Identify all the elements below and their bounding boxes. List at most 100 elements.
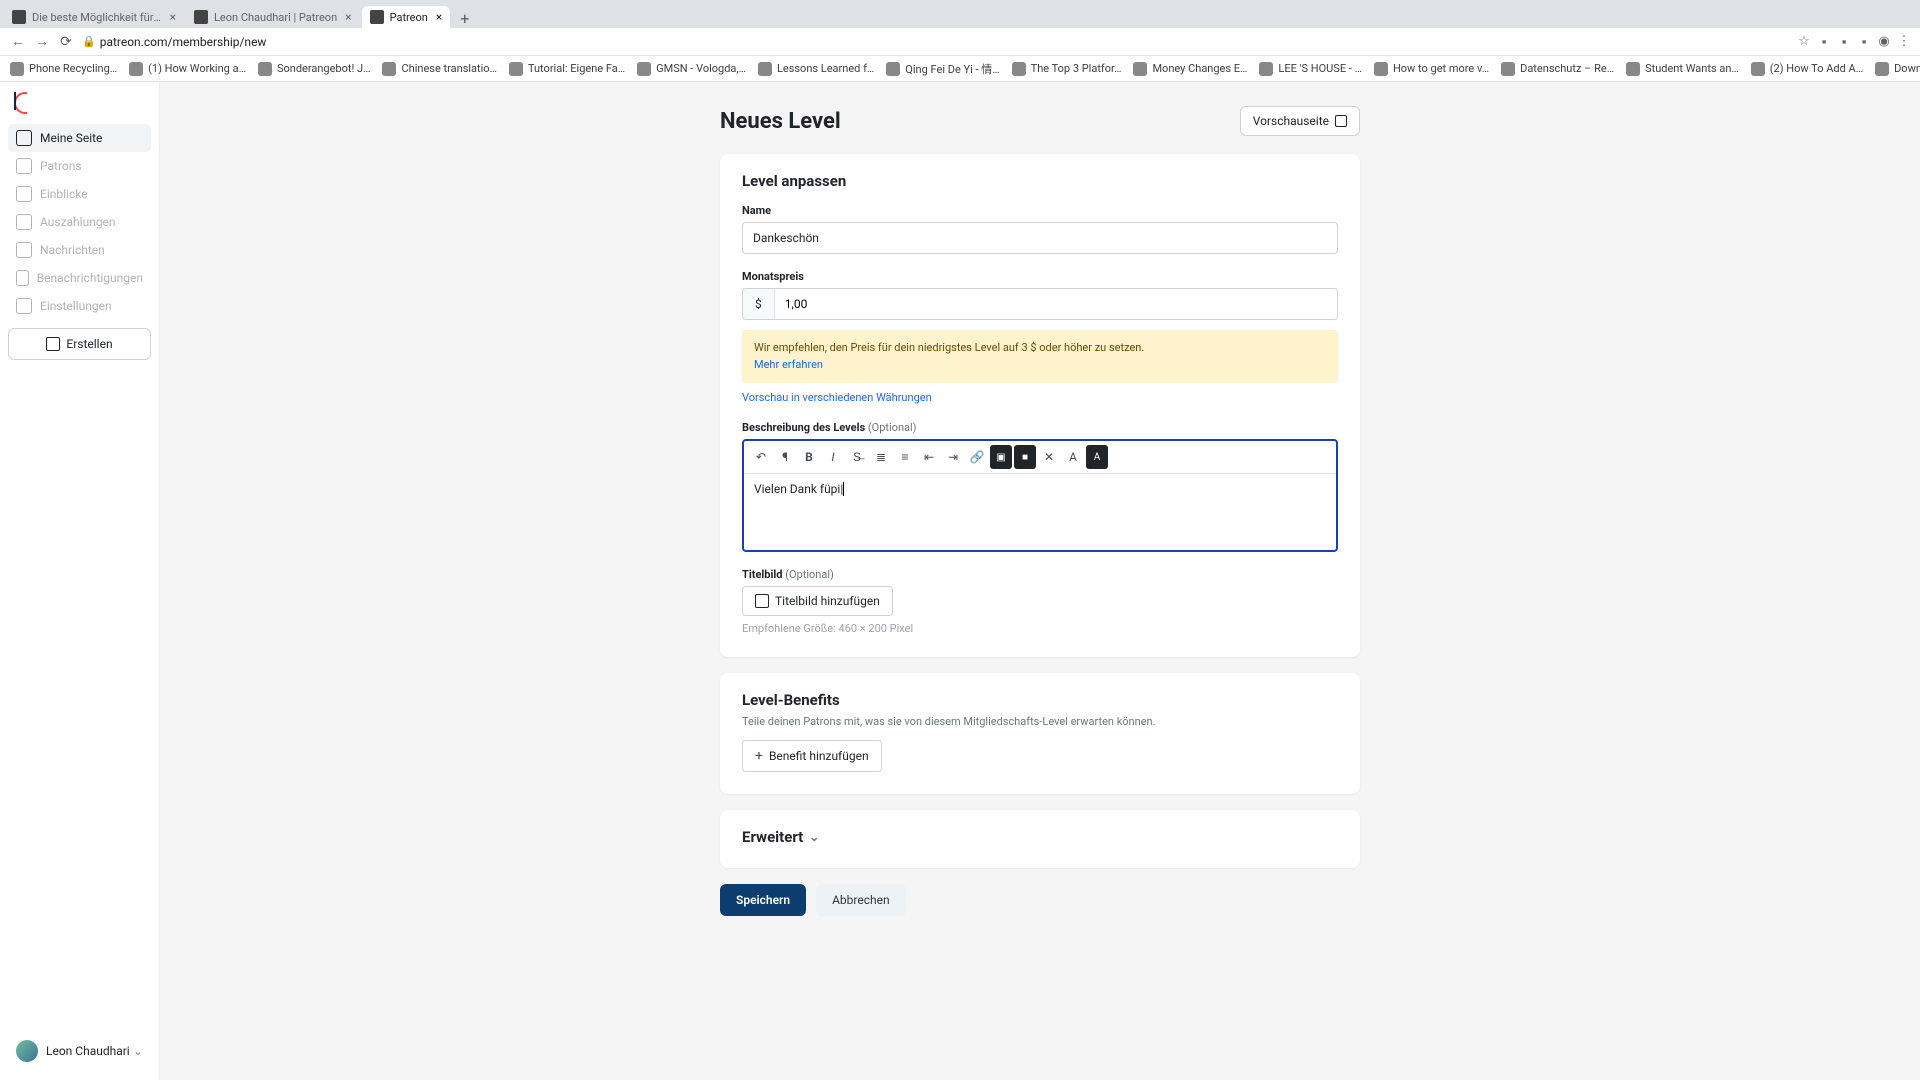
bookmark-icon: [758, 62, 772, 76]
favicon-icon: [12, 10, 26, 24]
price-input[interactable]: [775, 289, 1337, 319]
bookmark-icon: [1626, 62, 1640, 76]
bookmark-icon: [637, 62, 651, 76]
bookmark[interactable]: How to get more v…: [1370, 60, 1493, 78]
new-tab-button[interactable]: +: [452, 9, 477, 28]
price-label: Monatspreis: [742, 270, 1338, 283]
create-button[interactable]: Erstellen: [8, 328, 151, 360]
image-button[interactable]: ▣: [990, 445, 1012, 469]
close-icon[interactable]: ×: [436, 10, 442, 24]
forward-button[interactable]: →: [30, 33, 54, 50]
browser-tab[interactable]: Die beste Möglichkeit für Kün…×: [4, 6, 184, 28]
external-link-icon: [1335, 115, 1347, 127]
currency-symbol: $: [743, 289, 775, 319]
bookmark-icon: [1374, 62, 1388, 76]
name-input[interactable]: [742, 222, 1338, 254]
sidebar-item[interactable]: Patrons: [8, 152, 151, 180]
bookmark[interactable]: Lessons Learned f…: [754, 60, 878, 78]
chevron-down-icon: ⌄: [809, 830, 819, 844]
bookmark[interactable]: Datenschutz – Re…: [1497, 60, 1618, 78]
nav-icon: [16, 214, 32, 230]
sidebar-item[interactable]: Meine Seite: [8, 124, 151, 152]
bookmark[interactable]: (2) How To Add A…: [1747, 60, 1867, 78]
bookmark[interactable]: Chinese translatio…: [378, 60, 500, 78]
bookmark[interactable]: Student Wants an…: [1622, 60, 1743, 78]
bookmark[interactable]: Qing Fei De Yi - 情…: [882, 59, 1003, 79]
bookmark[interactable]: LEE 'S HOUSE - …: [1255, 60, 1366, 78]
indent-button[interactable]: ⇥: [942, 445, 964, 469]
bookmark[interactable]: GMSN - Vologda,…: [633, 60, 750, 78]
link-button[interactable]: 🔗: [966, 445, 988, 469]
ul-button[interactable]: ≣: [870, 445, 892, 469]
facebook-icon[interactable]: ▪: [1814, 34, 1834, 50]
description-editor: ↶ ¶ B I S̶ ≣ ≡ ⇤ ⇥ 🔗 ▣ ■ ✕: [742, 439, 1338, 552]
advanced-toggle[interactable]: Erweitert⌄: [742, 828, 1338, 846]
nav-icon: [16, 130, 32, 146]
sidebar-item[interactable]: Nachrichten: [8, 236, 151, 264]
bookmark[interactable]: Tutorial: Eigene Fa…: [505, 60, 629, 78]
save-button[interactable]: Speichern: [720, 884, 806, 916]
page-title: Neues Level: [720, 109, 841, 134]
bookmark-icon: [129, 62, 143, 76]
star-icon[interactable]: ☆: [1794, 34, 1814, 49]
ol-button[interactable]: ≡: [894, 445, 916, 469]
clear-button[interactable]: ✕: [1038, 445, 1060, 469]
strike-button[interactable]: S̶: [846, 445, 868, 469]
learn-more-link[interactable]: Mehr erfahren: [754, 358, 823, 371]
profile-icon[interactable]: ◉: [1874, 34, 1894, 49]
video-button[interactable]: ■: [1014, 445, 1036, 469]
browser-tab[interactable]: Leon Chaudhari | Patreon×: [186, 6, 360, 28]
currency-preview-link[interactable]: Vorschau in verschiedenen Währungen: [742, 391, 932, 404]
avatar: [16, 1040, 38, 1062]
bookmark-icon: [1133, 62, 1147, 76]
bg-button[interactable]: A: [1086, 445, 1108, 469]
extension-icon[interactable]: ▪: [1854, 34, 1874, 50]
bookmark-icon: [382, 62, 396, 76]
reload-button[interactable]: ⟳: [54, 34, 78, 50]
italic-button[interactable]: I: [822, 445, 844, 469]
patreon-logo[interactable]: [14, 92, 34, 112]
favicon-icon: [194, 10, 208, 24]
add-image-button[interactable]: Titelbild hinzufügen: [742, 586, 893, 616]
plus-icon: +: [755, 748, 763, 764]
bookmark-icon: [1751, 62, 1765, 76]
bookmark-icon: [10, 62, 24, 76]
bold-button[interactable]: B: [798, 445, 820, 469]
card-heading: Level-Benefits: [742, 691, 1338, 709]
description-textarea[interactable]: Vielen Dank füpi|: [744, 474, 1336, 550]
bookmark[interactable]: Money Changes E…: [1129, 60, 1251, 78]
browser-tab-active[interactable]: Patreon×: [362, 6, 451, 28]
back-button[interactable]: ←: [6, 33, 30, 50]
close-icon[interactable]: ×: [170, 10, 176, 24]
menu-icon[interactable]: ⋮: [1894, 34, 1914, 49]
cancel-button[interactable]: Abbrechen: [816, 884, 906, 916]
bookmark[interactable]: Phone Recycling…: [6, 60, 121, 78]
close-icon[interactable]: ×: [345, 10, 351, 24]
add-benefit-button[interactable]: +Benefit hinzufügen: [742, 740, 882, 772]
bookmark-icon: [1875, 62, 1889, 76]
outdent-button[interactable]: ⇤: [918, 445, 940, 469]
extension-icon[interactable]: ▪: [1834, 34, 1854, 50]
bookmark[interactable]: Sonderangebot! J…: [254, 60, 375, 78]
bookmark-icon: [1012, 62, 1026, 76]
color-button[interactable]: A: [1062, 445, 1084, 469]
undo-button[interactable]: ↶: [750, 445, 772, 469]
bookmark[interactable]: (1) How Working a…: [125, 60, 250, 78]
price-field: $: [742, 288, 1338, 320]
sidebar-item[interactable]: Auszahlungen: [8, 208, 151, 236]
sidebar-item[interactable]: Benachrichtigungen: [8, 264, 151, 292]
image-icon: [755, 594, 769, 608]
url-field[interactable]: patreon.com/membership/new: [100, 35, 1794, 49]
price-warning: Wir empfehlen, den Preis für dein niedri…: [742, 330, 1338, 383]
chevron-down-icon: ⌄: [133, 1044, 143, 1058]
profile-menu[interactable]: Leon Chaudhari⌄: [8, 1032, 151, 1070]
sidebar-item[interactable]: Einblicke: [8, 180, 151, 208]
nav-icon: [16, 186, 32, 202]
preview-button[interactable]: Vorschauseite: [1240, 106, 1360, 136]
bookmarks-bar: Phone Recycling…(1) How Working a…Sonder…: [0, 56, 1920, 82]
sidebar-item[interactable]: Einstellungen: [8, 292, 151, 320]
advanced-card: Erweitert⌄: [720, 810, 1360, 868]
bookmark[interactable]: The Top 3 Platfor…: [1008, 60, 1126, 78]
bookmark[interactable]: Download - Cooki…: [1871, 60, 1920, 78]
paragraph-button[interactable]: ¶: [774, 445, 796, 469]
